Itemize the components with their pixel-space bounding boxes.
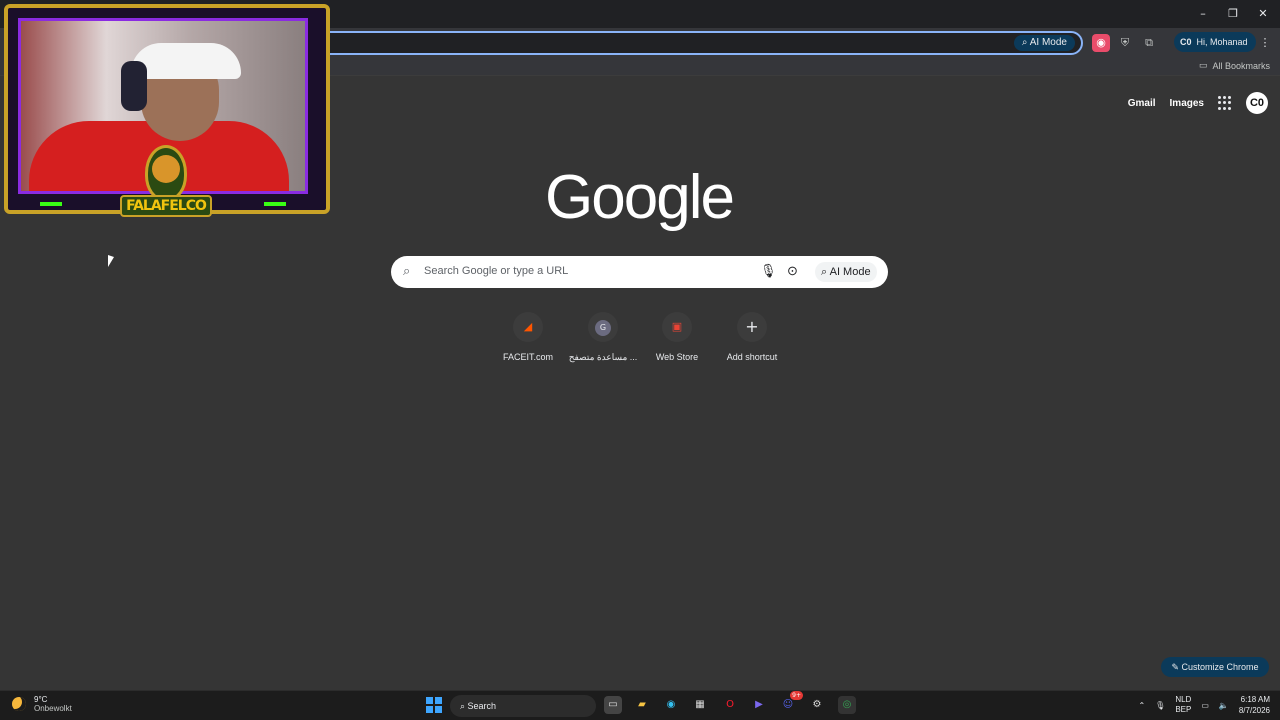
channel-brand: FALAFELCO	[120, 195, 212, 217]
clock[interactable]: 6:18 AM 8/7/2026	[1239, 694, 1270, 716]
all-bookmarks-label: All Bookmarks	[1212, 60, 1270, 71]
lang-code: NLD	[1175, 695, 1192, 704]
weather-condition: Onbewolkt	[34, 704, 72, 713]
profile-chip[interactable]: C0 Hi, Mohanad	[1174, 32, 1256, 52]
g-letter-icon: G	[588, 312, 618, 342]
mascot-icon	[152, 155, 180, 183]
web-store-icon: ▣	[662, 312, 692, 342]
profile-avatar-icon: C0	[1180, 37, 1192, 47]
discord-icon[interactable]: ☺ 9+	[779, 691, 803, 714]
restore-button[interactable]: ❐	[1218, 4, 1248, 24]
mic-tray-icon[interactable]: 🎙	[1155, 701, 1165, 710]
task-view-icon[interactable]: ▭	[604, 696, 622, 714]
steam-icon[interactable]: ⚙	[808, 696, 826, 714]
gmail-link[interactable]: Gmail	[1128, 98, 1156, 109]
volume-icon[interactable]: 🔈	[1219, 701, 1229, 710]
language-indicator[interactable]: NLD BEP	[1175, 695, 1191, 715]
ai-mode-button[interactable]: ⌕ AI Mode	[815, 262, 877, 282]
shortcut-add[interactable]: + Add shortcut	[712, 312, 792, 362]
ntp-search-box[interactable]: ⌕ Search Google or type a URL 🎙 ⊙ ⌕ AI M…	[391, 256, 888, 288]
kebab-menu-icon[interactable]: ⋮	[1256, 34, 1274, 52]
moon-icon	[12, 697, 26, 711]
channel-badge: FALAFELCO	[120, 145, 212, 231]
folder-icon: ▭	[1198, 60, 1208, 70]
minimize-button[interactable]: –	[1188, 4, 1218, 24]
extensions-puzzle-icon[interactable]: ⧉	[1140, 34, 1158, 52]
lang-variant: BEP	[1175, 705, 1192, 714]
opera-icon[interactable]: O	[721, 696, 739, 714]
address-bar[interactable]: ⌕ AI Mode	[300, 31, 1083, 55]
taskbar-search[interactable]: ⌕ Search	[450, 695, 596, 717]
file-explorer-icon[interactable]: ▰	[633, 696, 651, 714]
mic-icon[interactable]: 🎙	[760, 263, 777, 279]
clock-time: 6:18 AM	[1240, 695, 1270, 704]
shield-icon[interactable]: ⛨	[1116, 34, 1134, 52]
taskbar: 9°C Onbewolkt ⌕ Search ▭ ▰ ◉ ▦ O ▶ ☺ 9+ ⚙…	[0, 690, 1280, 720]
search-placeholder[interactable]: Search Google or type a URL	[424, 265, 568, 277]
extension-record-icon[interactable]: ◉	[1092, 34, 1110, 52]
taskbar-search-label: Search	[467, 701, 497, 711]
edge-icon[interactable]: ◉	[662, 696, 680, 714]
profile-greeting: Hi, Mohanad	[1196, 37, 1248, 47]
ai-mode-label: AI Mode	[829, 266, 871, 278]
pencil-icon: ✎	[1171, 662, 1179, 672]
store-icon[interactable]: ▦	[691, 696, 709, 714]
lens-icon[interactable]: ⊙	[787, 263, 798, 279]
mouse-cursor-icon	[108, 255, 114, 267]
notification-badge: 9+	[790, 691, 803, 700]
chrome-icon[interactable]: ◎	[838, 696, 856, 714]
customize-chrome-button[interactable]: ✎ Customize Chrome	[1161, 657, 1269, 677]
webcam-overlay: FALAFELCO	[0, 0, 332, 232]
faceit-icon: ◢	[513, 312, 543, 342]
chevron-up-icon[interactable]: ⌃	[1138, 701, 1145, 710]
apps-icon[interactable]	[1218, 96, 1232, 110]
shortcut-label: Add shortcut	[726, 352, 778, 362]
account-avatar[interactable]: C0	[1246, 92, 1268, 114]
weather-widget[interactable]: 9°C Onbewolkt	[12, 695, 72, 713]
shortcut-label: FACEIT.com	[502, 352, 553, 362]
plus-icon: +	[737, 312, 767, 342]
shortcut-web-store[interactable]: ▣ Web Store	[637, 312, 717, 362]
frame-accent	[40, 202, 62, 206]
windows-start-icon[interactable]	[426, 697, 442, 713]
clock-date: 8/7/2026	[1238, 706, 1270, 715]
shortcut-faceit[interactable]: ◢ FACEIT.com	[488, 312, 568, 362]
weather-temp: 9°C	[34, 695, 48, 704]
system-tray: ⌃ 🎙 NLD BEP ▭ 🔈 6:18 AM 8/7/2026	[1138, 694, 1270, 716]
frame-accent	[264, 202, 286, 206]
close-button[interactable]: ✕	[1248, 4, 1278, 24]
network-icon[interactable]: ▭	[1201, 701, 1209, 710]
search-icon: ⌕	[403, 263, 411, 278]
ntp-top-links: Gmail Images C0	[1128, 92, 1268, 114]
shortcut-label: Web Store	[655, 352, 699, 362]
all-bookmarks-button[interactable]: ▭ All Bookmarks	[1199, 60, 1270, 71]
shortcut-label: مساعدة متصفح ...	[568, 352, 638, 362]
images-link[interactable]: Images	[1170, 98, 1204, 109]
app-icon[interactable]: ▶	[750, 696, 768, 714]
omnibox-ai-mode-label: AI Mode	[1029, 37, 1067, 48]
shortcut-browser-help[interactable]: G مساعدة متصفح ...	[563, 312, 643, 363]
omnibox-ai-mode-button[interactable]: ⌕ AI Mode	[1013, 35, 1075, 51]
customize-label: Customize Chrome	[1181, 662, 1259, 672]
